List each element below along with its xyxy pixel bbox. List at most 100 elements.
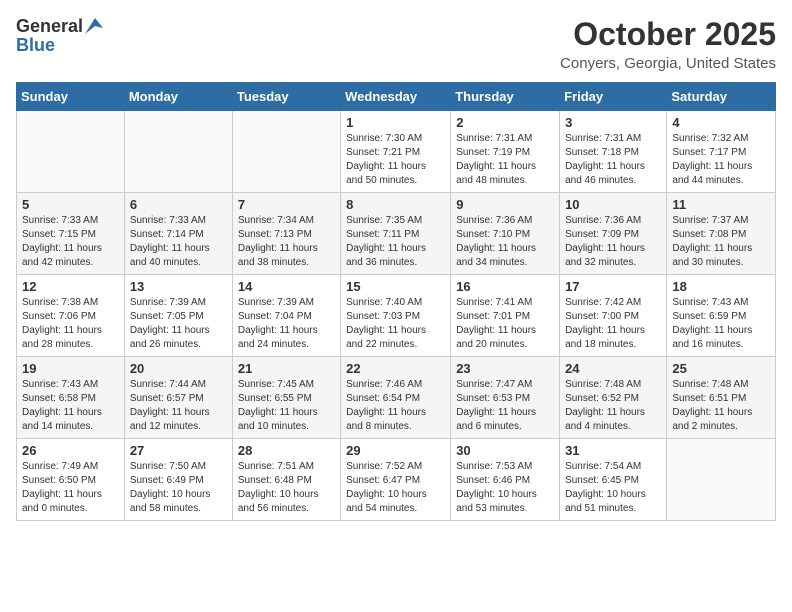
day-info: Sunrise: 7:38 AM Sunset: 7:06 PM Dayligh… [22,296,119,352]
calendar-cell: 8 Sunrise: 7:35 AM Sunset: 7:11 PM Daylig… [341,193,451,275]
weekday-header-saturday: Saturday [667,83,776,111]
day-number: 31 [565,443,661,458]
day-info: Sunrise: 7:32 AM Sunset: 7:17 PM Dayligh… [672,132,770,188]
day-number: 20 [130,361,227,376]
day-info: Sunrise: 7:53 AM Sunset: 6:46 PM Dayligh… [456,460,554,516]
logo-blue-text: Blue [16,35,55,56]
day-info: Sunrise: 7:37 AM Sunset: 7:08 PM Dayligh… [672,214,770,270]
calendar-cell [667,439,776,521]
day-info: Sunrise: 7:42 AM Sunset: 7:00 PM Dayligh… [565,296,661,352]
calendar-cell: 12 Sunrise: 7:38 AM Sunset: 7:06 PM Dayli… [17,275,125,357]
day-number: 21 [238,361,335,376]
day-info: Sunrise: 7:47 AM Sunset: 6:53 PM Dayligh… [456,378,554,434]
day-number: 28 [238,443,335,458]
day-number: 18 [672,279,770,294]
day-number: 26 [22,443,119,458]
day-number: 10 [565,197,661,212]
calendar-cell: 7 Sunrise: 7:34 AM Sunset: 7:13 PM Daylig… [232,193,340,275]
day-number: 8 [346,197,445,212]
calendar-cell: 9Sunrise: 7:36 AM Sunset: 7:10 PM Daylig… [451,193,560,275]
day-info: Sunrise: 7:36 AM Sunset: 7:10 PM Dayligh… [456,214,554,270]
day-info: Sunrise: 7:39 AM Sunset: 7:05 PM Dayligh… [130,296,227,352]
day-number: 30 [456,443,554,458]
page-header: General Blue October 2025 Conyers, Georg… [16,16,776,72]
weekday-header-thursday: Thursday [451,83,560,111]
day-number: 23 [456,361,554,376]
month-title: October 2025 [560,16,776,53]
day-info: Sunrise: 7:44 AM Sunset: 6:57 PM Dayligh… [130,378,227,434]
calendar-cell: 6 Sunrise: 7:33 AM Sunset: 7:14 PM Daylig… [124,193,232,275]
calendar-cell: 16 Sunrise: 7:41 AM Sunset: 7:01 PM Dayli… [451,275,560,357]
day-info: Sunrise: 7:45 AM Sunset: 6:55 PM Dayligh… [238,378,335,434]
day-info: Sunrise: 7:35 AM Sunset: 7:11 PM Dayligh… [346,214,445,270]
day-number: 25 [672,361,770,376]
day-info: Sunrise: 7:41 AM Sunset: 7:01 PM Dayligh… [456,296,554,352]
calendar-cell: 23 Sunrise: 7:47 AM Sunset: 6:53 PM Dayli… [451,357,560,439]
logo-bird-icon [85,18,103,34]
calendar-cell: 30 Sunrise: 7:53 AM Sunset: 6:46 PM Dayli… [451,439,560,521]
calendar-cell: 17 Sunrise: 7:42 AM Sunset: 7:00 PM Dayli… [560,275,667,357]
calendar-cell: 28 Sunrise: 7:51 AM Sunset: 6:48 PM Dayli… [232,439,340,521]
day-info: Sunrise: 7:54 AM Sunset: 6:45 PM Dayligh… [565,460,661,516]
calendar-cell: 5 Sunrise: 7:33 AM Sunset: 7:15 PM Daylig… [17,193,125,275]
calendar-cell: 21 Sunrise: 7:45 AM Sunset: 6:55 PM Dayli… [232,357,340,439]
day-number: 2 [456,115,554,130]
day-info: Sunrise: 7:36 AM Sunset: 7:09 PM Dayligh… [565,214,661,270]
day-number: 5 [22,197,119,212]
day-number: 11 [672,197,770,212]
calendar-week-2: 5 Sunrise: 7:33 AM Sunset: 7:15 PM Daylig… [17,193,776,275]
calendar-cell: 24Sunrise: 7:48 AM Sunset: 6:52 PM Dayli… [560,357,667,439]
day-info: Sunrise: 7:31 AM Sunset: 7:19 PM Dayligh… [456,132,554,188]
day-number: 27 [130,443,227,458]
calendar-header-row: SundayMondayTuesdayWednesdayThursdayFrid… [17,83,776,111]
calendar-cell: 18 Sunrise: 7:43 AM Sunset: 6:59 PM Dayli… [667,275,776,357]
calendar-cell: 13 Sunrise: 7:39 AM Sunset: 7:05 PM Dayli… [124,275,232,357]
calendar-cell: 15 Sunrise: 7:40 AM Sunset: 7:03 PM Dayli… [341,275,451,357]
calendar-cell: 19Sunrise: 7:43 AM Sunset: 6:58 PM Dayli… [17,357,125,439]
day-number: 6 [130,197,227,212]
day-info: Sunrise: 7:52 AM Sunset: 6:47 PM Dayligh… [346,460,445,516]
day-number: 7 [238,197,335,212]
logo: General Blue [16,16,103,56]
weekday-header-wednesday: Wednesday [341,83,451,111]
calendar-week-4: 19Sunrise: 7:43 AM Sunset: 6:58 PM Dayli… [17,357,776,439]
day-number: 3 [565,115,661,130]
calendar-cell [124,111,232,193]
day-info: Sunrise: 7:50 AM Sunset: 6:49 PM Dayligh… [130,460,227,516]
weekday-header-monday: Monday [124,83,232,111]
day-info: Sunrise: 7:40 AM Sunset: 7:03 PM Dayligh… [346,296,445,352]
day-number: 4 [672,115,770,130]
calendar-week-5: 26 Sunrise: 7:49 AM Sunset: 6:50 PM Dayli… [17,439,776,521]
calendar-cell: 25Sunrise: 7:48 AM Sunset: 6:51 PM Dayli… [667,357,776,439]
day-info: Sunrise: 7:46 AM Sunset: 6:54 PM Dayligh… [346,378,445,434]
day-number: 13 [130,279,227,294]
day-info: Sunrise: 7:43 AM Sunset: 6:58 PM Dayligh… [22,378,119,434]
day-number: 15 [346,279,445,294]
calendar-cell [17,111,125,193]
day-info: Sunrise: 7:39 AM Sunset: 7:04 PM Dayligh… [238,296,335,352]
calendar-cell [232,111,340,193]
logo-general-text: General [16,16,83,37]
calendar-cell: 2 Sunrise: 7:31 AM Sunset: 7:19 PM Daylig… [451,111,560,193]
day-info: Sunrise: 7:31 AM Sunset: 7:18 PM Dayligh… [565,132,661,188]
calendar-cell: 1Sunrise: 7:30 AM Sunset: 7:21 PM Daylig… [341,111,451,193]
day-info: Sunrise: 7:30 AM Sunset: 7:21 PM Dayligh… [346,132,445,188]
location: Conyers, Georgia, United States [560,55,776,72]
weekday-header-sunday: Sunday [17,83,125,111]
day-info: Sunrise: 7:34 AM Sunset: 7:13 PM Dayligh… [238,214,335,270]
day-number: 17 [565,279,661,294]
day-info: Sunrise: 7:43 AM Sunset: 6:59 PM Dayligh… [672,296,770,352]
day-number: 16 [456,279,554,294]
day-info: Sunrise: 7:33 AM Sunset: 7:15 PM Dayligh… [22,214,119,270]
calendar-cell: 20 Sunrise: 7:44 AM Sunset: 6:57 PM Dayli… [124,357,232,439]
calendar-cell: 4 Sunrise: 7:32 AM Sunset: 7:17 PM Daylig… [667,111,776,193]
calendar-cell: 27 Sunrise: 7:50 AM Sunset: 6:49 PM Dayli… [124,439,232,521]
day-number: 12 [22,279,119,294]
day-info: Sunrise: 7:33 AM Sunset: 7:14 PM Dayligh… [130,214,227,270]
day-info: Sunrise: 7:49 AM Sunset: 6:50 PM Dayligh… [22,460,119,516]
calendar-week-3: 12 Sunrise: 7:38 AM Sunset: 7:06 PM Dayli… [17,275,776,357]
day-info: Sunrise: 7:51 AM Sunset: 6:48 PM Dayligh… [238,460,335,516]
calendar-cell: 3 Sunrise: 7:31 AM Sunset: 7:18 PM Daylig… [560,111,667,193]
calendar-week-1: 1Sunrise: 7:30 AM Sunset: 7:21 PM Daylig… [17,111,776,193]
calendar-cell: 14Sunrise: 7:39 AM Sunset: 7:04 PM Dayli… [232,275,340,357]
